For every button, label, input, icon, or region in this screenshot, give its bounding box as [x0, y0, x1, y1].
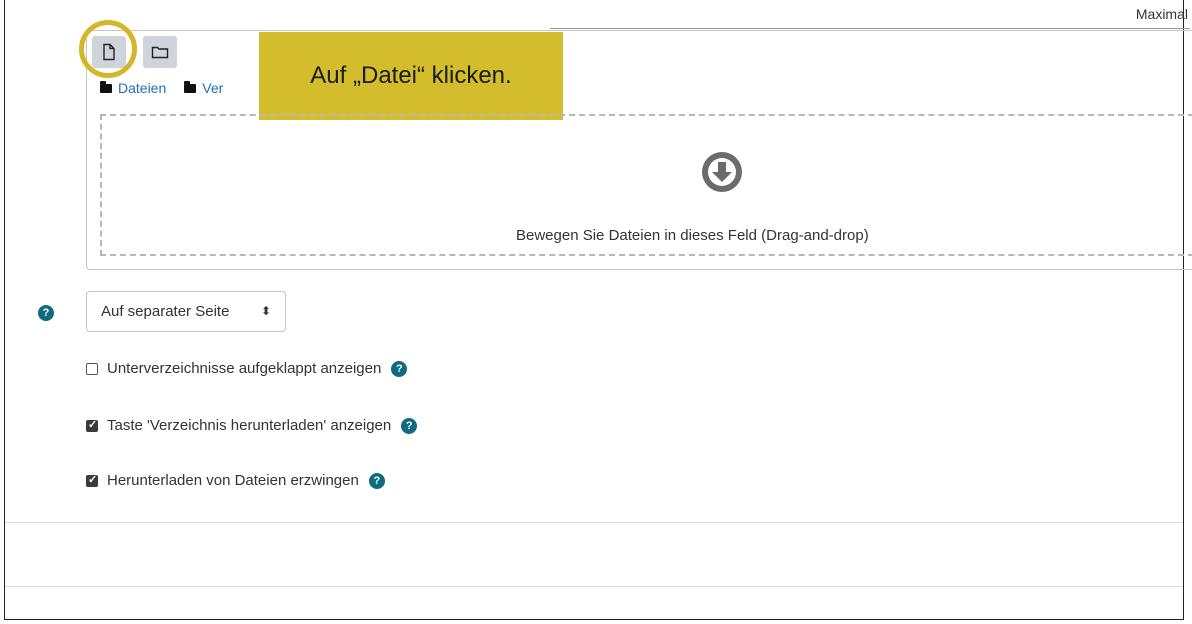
- subdirs-expanded-checkbox[interactable]: [86, 362, 98, 375]
- create-folder-button[interactable]: [143, 36, 177, 68]
- folder-icon: [100, 80, 112, 93]
- help-icon[interactable]: ?: [368, 472, 385, 489]
- option-row-subdirs: Unterverzeichnisse aufgeklappt anzeigen …: [86, 360, 408, 377]
- download-arrow-icon: [702, 152, 742, 192]
- breadcrumb-folder-link[interactable]: Ver: [202, 80, 223, 96]
- folder-icon: [151, 46, 169, 59]
- option-row-force-download: Herunterladen von Dateien erzwingen ?: [86, 472, 385, 489]
- help-icon[interactable]: ?: [38, 305, 54, 321]
- force-download-checkbox[interactable]: [86, 473, 98, 487]
- folder-icon: [184, 80, 197, 93]
- display-select[interactable]: Auf separater Seite ⬍: [86, 291, 286, 332]
- display-select-value: Auf separater Seite: [101, 303, 230, 320]
- instruction-tooltip: Auf „Datei“ klicken.: [259, 32, 563, 120]
- breadcrumb-root-link[interactable]: Dateien: [118, 80, 166, 96]
- section-divider: [5, 586, 1183, 587]
- header-divider: [550, 28, 1190, 29]
- max-size-label: Maximal: [1135, 6, 1188, 22]
- download-folder-label: Taste 'Verzeichnis herunterladen' anzeig…: [107, 417, 392, 434]
- highlight-ring: [79, 20, 137, 78]
- section-divider: [5, 522, 1183, 523]
- help-icon[interactable]: ?: [401, 417, 418, 434]
- subdirs-expanded-label: Unterverzeichnisse aufgeklappt anzeigen: [107, 360, 382, 377]
- dropzone-label: Bewegen Sie Dateien in dieses Feld (Drag…: [516, 227, 869, 244]
- download-folder-checkbox[interactable]: [86, 418, 98, 432]
- select-caret-icon: ⬍: [260, 304, 271, 318]
- option-row-download-folder: Taste 'Verzeichnis herunterladen' anzeig…: [86, 417, 418, 434]
- help-icon[interactable]: ?: [391, 360, 408, 377]
- force-download-label: Herunterladen von Dateien erzwingen: [107, 472, 359, 489]
